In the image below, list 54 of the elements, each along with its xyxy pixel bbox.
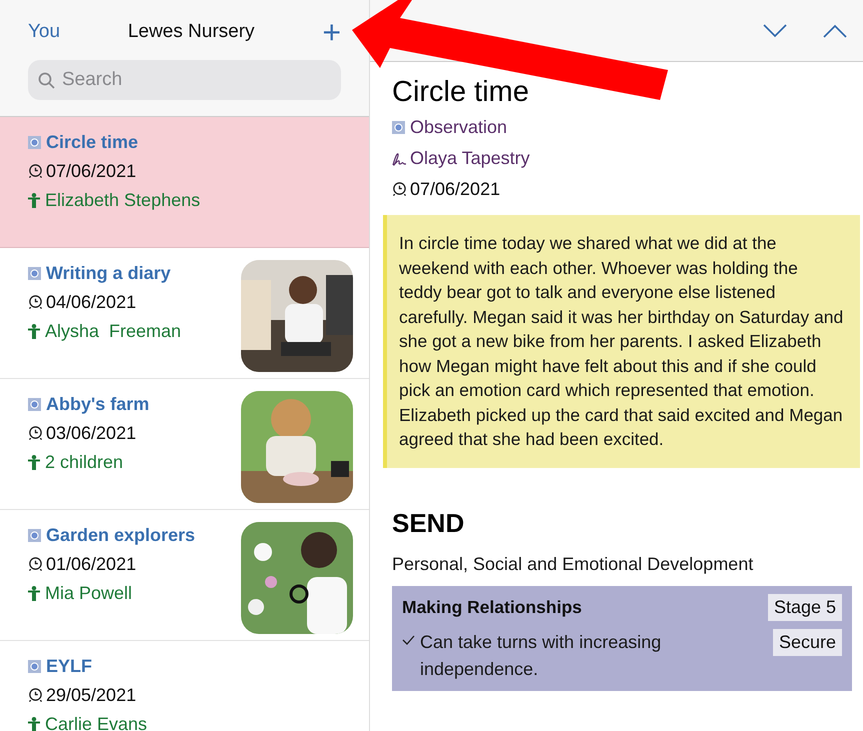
author-name: Olaya Tapestry (410, 147, 530, 170)
signature-icon (392, 152, 407, 166)
child-icon (28, 455, 40, 470)
back-link[interactable]: You (28, 18, 60, 46)
clock-icon (28, 688, 43, 703)
observation-icon (28, 136, 41, 149)
previous-button[interactable] (823, 24, 847, 38)
entry-title: Circle time (46, 131, 138, 154)
chevron-down-icon (763, 24, 787, 38)
observation-icon (28, 660, 41, 673)
observation-icon (28, 267, 41, 280)
clock-icon (28, 164, 43, 179)
observation-type: Observation (410, 116, 508, 140)
child-icon (28, 586, 40, 601)
entry-date: 29/05/2021 (46, 684, 136, 707)
observation-date: 07/06/2021 (410, 178, 500, 202)
entry-children: Mia Powell (45, 582, 132, 605)
clock-icon (392, 182, 407, 198)
add-button[interactable]: + (322, 16, 341, 48)
clock-icon (28, 557, 43, 572)
observation-note: In circle time today we shared what we did at the weekend with each other. Whoever was holding the teddy bear got to talk and everyone else listened carefully. Megan said it was her birthday on Saturday and she got a new bike from her parents. I asked Elizabeth how Megan might have felt about this and if she could pick an emotion card which represented that emotion. Elizabeth picked up the card that said excited and Megan agreed that she had been excited. (399, 232, 844, 452)
search-field[interactable]: Search (28, 60, 341, 100)
child-icon (28, 324, 40, 339)
observation-icon (28, 398, 41, 411)
stage-badge: Stage 5 (768, 594, 842, 621)
aspect-name: Making Relationships (402, 596, 582, 620)
entry-title: EYLF (46, 655, 92, 678)
observation-icon (28, 529, 41, 542)
entry-title: Abby's farm (46, 393, 150, 416)
next-button[interactable] (763, 24, 787, 38)
statement-text: Can take turns with increasing independence. (420, 630, 662, 681)
entry-row[interactable]: Circle time 07/06/2021 Elizabeth Stephens (0, 117, 369, 248)
clock-icon (28, 295, 43, 310)
child-icon (28, 717, 40, 731)
observation-title: Circle time (392, 75, 530, 110)
entry-date: 01/06/2021 (46, 553, 136, 576)
observation-icon (392, 121, 405, 134)
entry-date: 07/06/2021 (46, 160, 136, 183)
chevron-up-icon (823, 24, 847, 38)
search-icon (38, 72, 55, 89)
entry-title: Writing a diary (46, 262, 171, 285)
entry-title: Garden explorers (46, 524, 196, 547)
entry-children: 2 children (45, 451, 124, 474)
entry-date: 03/06/2021 (46, 422, 136, 445)
entry-children: Elizabeth Stephens (45, 189, 200, 212)
area-heading: Personal, Social and Emotional Development (392, 552, 754, 576)
framework-heading: SEND (392, 506, 466, 540)
nursery-title: Lewes Nursery (128, 20, 255, 44)
clock-icon (28, 426, 43, 441)
child-icon (28, 193, 40, 208)
entry-date: 04/06/2021 (46, 291, 136, 314)
judgement-badge: Secure (772, 628, 842, 656)
entry-children: Alysha Freeman (45, 320, 182, 343)
entry-children: Carlie Evans (45, 713, 148, 731)
